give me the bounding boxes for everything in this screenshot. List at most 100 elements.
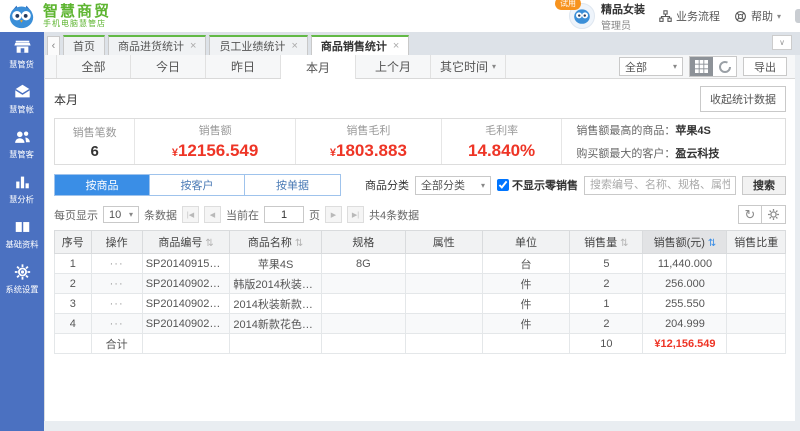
tab-employee-stats[interactable]: 员工业绩统计 × — [209, 35, 308, 55]
column-header[interactable]: 销售量 ⇅ — [569, 230, 644, 254]
owl-avatar-icon — [574, 9, 590, 24]
top-product: 苹果4S — [675, 125, 711, 137]
column-header: 销售比重 — [726, 230, 786, 254]
checkbox-input[interactable] — [497, 179, 509, 191]
page-number-input[interactable] — [264, 206, 304, 223]
column-header[interactable]: 商品编号 ⇅ — [141, 230, 231, 254]
pagination: 每页显示 10 ▾ 条数据 |◀ ◀ 当前在 页 ▶ ▶| 共4条数据 ↻ — [45, 203, 795, 230]
cell — [404, 273, 483, 294]
column-header[interactable]: 销售额(元) ⇅ — [642, 230, 728, 254]
collapse-panel-button[interactable]: ∨ — [772, 35, 792, 50]
sort-icon[interactable]: ⇅ — [205, 238, 213, 249]
search-input[interactable] — [584, 175, 736, 195]
tab-scroll-left-button[interactable]: ‹ — [47, 36, 60, 55]
workflow-label: 业务流程 — [675, 11, 720, 23]
export-button[interactable]: 导出 — [743, 57, 787, 76]
period-tab-today[interactable]: 今日 — [131, 55, 206, 78]
brand-title: 智慧商贸 — [43, 2, 112, 20]
sidebar-item-settings[interactable]: 系统设置 — [0, 257, 44, 302]
search-button[interactable]: 搜索 — [742, 175, 786, 195]
first-page-button[interactable]: |◀ — [182, 206, 199, 223]
sales-table: 序号 操作 商品编号 ⇅ 商品名称 ⇅ 规格 属性 单位 销售量 ⇅ 销售额(元) ⇅ 销售比重 1 ··· S… — [54, 230, 786, 354]
cell: 204.999 — [642, 313, 728, 334]
tab-sales-stats[interactable]: 商品销售统计 × — [310, 35, 410, 55]
sort-icon[interactable]: ⇅ — [620, 238, 628, 249]
column-header[interactable]: 商品名称 ⇅ — [229, 230, 322, 254]
stat-profit-rate: 毛利率 14.840% — [442, 119, 563, 164]
period-tab-last-month[interactable]: 上个月 — [356, 55, 431, 78]
stat-sales-count: 销售笔数 6 — [55, 119, 136, 164]
period-tab-other[interactable]: 其它时间 ▾ — [431, 55, 506, 78]
cell: 4 — [54, 313, 92, 334]
customers-icon — [14, 131, 30, 143]
view-tab-by-product[interactable]: 按商品 — [55, 175, 150, 195]
close-icon[interactable]: × — [190, 40, 196, 52]
chevron-down-icon: ▾ — [492, 62, 497, 71]
account-info[interactable]: 试用 精品女装 管理员 — [554, 0, 645, 32]
tab-purchase-stats[interactable]: 商品进货统计 × — [108, 35, 207, 55]
sort-icon[interactable]: ⇅ — [708, 238, 716, 249]
store-icon — [13, 40, 31, 53]
brand-logo: 智慧商贸 手机电脑慧管店 — [0, 4, 111, 29]
refresh-icon: ↻ — [744, 206, 756, 222]
column-header: 单位 — [481, 230, 571, 254]
cell — [320, 273, 406, 294]
total-row: 合计 10 ¥12,156.549 — [54, 333, 786, 354]
prev-page-button[interactable]: ◀ — [204, 206, 221, 223]
main-content: 全部 今日 昨日 本月 上个月 其它时间 ▾ 全部 ▾ 导出 本月 收起统计数据… — [44, 55, 795, 421]
row-actions[interactable]: ··· — [90, 253, 143, 274]
sidebar-item-customers[interactable]: 慧管客 — [0, 122, 44, 167]
cell: 苹果4S — [229, 253, 322, 274]
cell — [404, 313, 483, 334]
workflow-button[interactable]: 业务流程 — [659, 8, 720, 24]
bar-chart-icon — [15, 176, 29, 189]
period-tab-all[interactable]: 全部 — [56, 55, 131, 78]
sidebar-item-goods[interactable]: 慧管货 — [0, 32, 44, 77]
last-page-button[interactable]: ▶| — [347, 206, 364, 223]
view-tab-by-order[interactable]: 按单据 — [245, 175, 340, 195]
per-page-select[interactable]: 10 ▾ — [103, 206, 139, 223]
close-icon[interactable]: × — [393, 40, 399, 52]
hide-zero-sales-checkbox[interactable]: 不显示零销售 — [497, 177, 578, 193]
grid-settings-button[interactable] — [762, 205, 786, 224]
cell: 台 — [481, 253, 571, 274]
scope-select[interactable]: 全部 ▾ — [619, 57, 683, 76]
view-tabs: 按商品 按客户 按单据 — [54, 174, 341, 196]
chart-view-button[interactable] — [713, 57, 736, 76]
sidebar-item-accounts[interactable]: 慧管帐 — [0, 77, 44, 122]
row-actions[interactable]: ··· — [90, 293, 143, 314]
category-label: 商品分类 — [365, 180, 409, 192]
cell — [726, 273, 786, 294]
cell — [229, 333, 322, 354]
pie-chart-icon — [718, 60, 731, 73]
table-view-button[interactable] — [690, 57, 713, 76]
row-actions[interactable]: ··· — [90, 313, 143, 334]
cell: 2 — [569, 313, 644, 334]
owl-logo-icon — [9, 5, 34, 28]
sidebar-item-analysis[interactable]: 慧分析 — [0, 167, 44, 212]
grid-icon — [695, 60, 708, 73]
period-tab-this-month[interactable]: 本月 — [281, 55, 356, 79]
category-select[interactable]: 全部分类 ▾ — [415, 175, 491, 195]
book-icon — [15, 222, 29, 232]
cell: SP20140902016 — [141, 273, 231, 294]
stat-gross-profit: 销售毛利 ¥1803.883 — [296, 119, 442, 164]
view-tab-by-customer[interactable]: 按客户 — [150, 175, 245, 195]
period-tab-yesterday[interactable]: 昨日 — [206, 55, 281, 78]
refresh-button[interactable]: ↻ — [738, 205, 762, 224]
next-page-button[interactable]: ▶ — [325, 206, 342, 223]
close-icon[interactable]: × — [291, 40, 297, 52]
cell: 2014新款花色高腰蓬蓬裙 — [229, 313, 322, 334]
table-row: 3···SP201409020222014秋装新款撞色长袖毛... 件1255.5… — [54, 293, 786, 314]
tab-home[interactable]: 首页 — [63, 35, 105, 55]
help-button[interactable]: 帮助 ▾ — [734, 8, 781, 24]
column-header: 规格 — [320, 230, 406, 254]
cell — [726, 293, 786, 314]
workflow-icon — [659, 9, 672, 22]
collapse-stats-button[interactable]: 收起统计数据 — [700, 86, 786, 112]
cell: 件 — [481, 293, 571, 314]
row-actions[interactable]: ··· — [90, 273, 143, 294]
sidebar-item-base-data[interactable]: 基础资料 — [0, 212, 44, 257]
cell — [54, 333, 92, 354]
sort-icon[interactable]: ⇅ — [295, 238, 303, 249]
